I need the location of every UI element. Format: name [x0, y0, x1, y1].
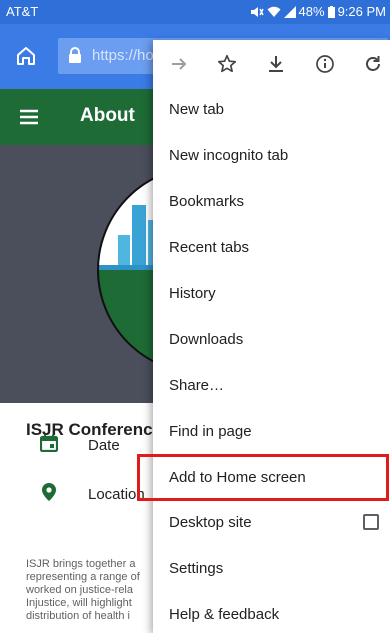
battery-icon [327, 5, 335, 18]
home-icon[interactable] [14, 44, 38, 68]
location-row: Location [40, 482, 145, 507]
forward-arrow-icon[interactable] [167, 52, 191, 76]
menu-item-share[interactable]: Share… [169, 377, 224, 394]
browser-overflow-menu: New tab New incognito tab Bookmarks Rece… [153, 40, 390, 633]
mute-icon [250, 6, 264, 18]
menu-item-settings[interactable]: Settings [169, 560, 223, 577]
menu-item-history[interactable]: History [169, 285, 216, 302]
status-indicators: 48% 9:26 PM [250, 4, 386, 19]
date-row: Date [39, 434, 120, 457]
menu-item-new-tab[interactable]: New tab [169, 101, 224, 118]
menu-item-recent-tabs[interactable]: Recent tabs [169, 239, 249, 256]
refresh-icon[interactable] [361, 52, 385, 76]
status-bar: AT&T 48% 9:26 PM [0, 0, 390, 24]
desktop-site-checkbox[interactable] [363, 514, 379, 530]
hamburger-menu-icon[interactable] [18, 106, 40, 128]
signal-icon [283, 5, 296, 18]
menu-item-help-feedback[interactable]: Help & feedback [169, 606, 279, 623]
carrier-label: AT&T [6, 4, 39, 19]
menu-item-downloads[interactable]: Downloads [169, 331, 243, 348]
info-icon[interactable] [313, 52, 337, 76]
location-pin-icon [40, 482, 58, 507]
wifi-icon [267, 6, 281, 18]
battery-percent: 48% [298, 4, 325, 19]
menu-item-new-incognito-tab[interactable]: New incognito tab [169, 147, 288, 164]
calendar-icon [39, 434, 59, 457]
menu-item-bookmarks[interactable]: Bookmarks [169, 193, 244, 210]
star-icon[interactable] [215, 52, 239, 76]
download-icon[interactable] [264, 52, 288, 76]
lock-icon [68, 47, 82, 69]
page-title: About [80, 105, 135, 126]
url-text: https://ho [92, 47, 154, 64]
menu-item-desktop-site[interactable]: Desktop site [169, 514, 252, 531]
clock: 9:26 PM [337, 4, 386, 19]
menu-icon-row [153, 40, 390, 88]
menu-item-find-in-page[interactable]: Find in page [169, 423, 252, 440]
highlight-box [137, 454, 389, 501]
date-label: Date [88, 437, 120, 454]
